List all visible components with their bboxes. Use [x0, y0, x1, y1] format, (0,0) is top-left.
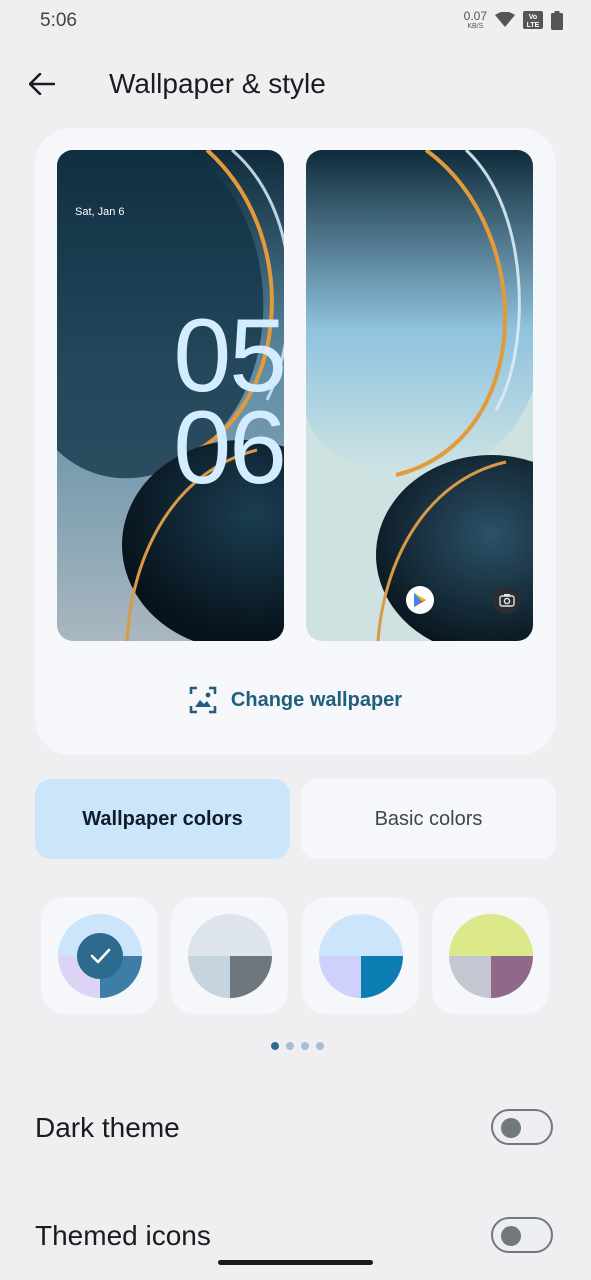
status-time: 5:06 — [40, 10, 77, 31]
themed-icons-label: Themed icons — [35, 1220, 211, 1251]
color-option-1-swatch — [57, 913, 142, 998]
themed-icons-toggle-knob — [501, 1226, 521, 1246]
status-icons: 0.07 KB/S Vo LTE — [464, 10, 563, 30]
network-speed: 0.07 KB/S — [464, 10, 487, 30]
page-dot-1 — [271, 1042, 279, 1050]
color-option-4-swatch — [448, 913, 533, 998]
lock-clock-hour: 05 — [173, 298, 284, 414]
home-screen-preview[interactable] — [306, 150, 533, 641]
lock-date: Sat, Jan 6 — [75, 206, 125, 218]
lock-clock-minute: 06 — [173, 390, 284, 506]
play-store-icon — [406, 586, 434, 614]
gesture-nav-handle[interactable] — [218, 1260, 373, 1265]
network-speed-value: 0.07 — [463, 9, 487, 23]
change-wallpaper-button[interactable]: Change wallpaper — [35, 680, 556, 720]
tab-wallpaper-colors[interactable]: Wallpaper colors — [35, 779, 290, 859]
lock-screen-preview[interactable]: Sat, Jan 6 05 06 — [57, 150, 284, 641]
arrow-back-icon — [29, 73, 55, 95]
dark-theme-toggle-knob — [501, 1118, 521, 1138]
color-option-2[interactable] — [171, 897, 288, 1014]
network-speed-unit: KB/S — [467, 23, 484, 30]
page-dot-4 — [316, 1042, 324, 1050]
page-title: Wallpaper & style — [109, 68, 326, 99]
camera-icon — [493, 586, 521, 614]
themed-icons-toggle[interactable] — [491, 1217, 553, 1253]
dark-theme-toggle[interactable] — [491, 1109, 553, 1145]
lock-clock: 05 06 — [105, 298, 284, 506]
page-dot-2 — [286, 1042, 294, 1050]
volte-icon: Vo LTE — [523, 11, 543, 29]
wallpaper-icon — [189, 686, 217, 714]
page-indicator — [271, 1042, 324, 1050]
dark-theme-label: Dark theme — [35, 1112, 180, 1143]
color-option-3[interactable] — [302, 897, 419, 1014]
battery-icon — [551, 10, 563, 30]
svg-text:LTE: LTE — [527, 22, 540, 29]
color-option-4[interactable] — [432, 897, 549, 1014]
change-wallpaper-label: Change wallpaper — [230, 688, 403, 711]
home-wallpaper-image — [306, 150, 533, 641]
svg-text:Vo: Vo — [529, 14, 537, 21]
page-dot-3 — [301, 1042, 309, 1050]
wifi-icon — [495, 12, 515, 27]
color-option-3-swatch — [318, 913, 403, 998]
color-option-2-swatch — [187, 913, 272, 998]
back-button[interactable] — [22, 64, 62, 104]
tab-basic-colors[interactable]: Basic colors — [301, 779, 556, 859]
color-option-1[interactable] — [41, 897, 158, 1014]
